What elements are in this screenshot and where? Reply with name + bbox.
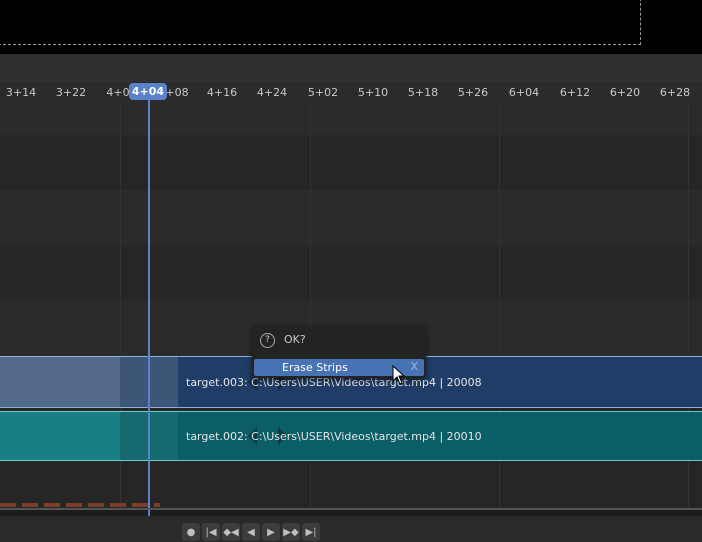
- timeline-divider: [0, 508, 702, 510]
- playhead-line[interactable]: [148, 100, 150, 516]
- ruler-tick: 6+28: [659, 86, 691, 99]
- transport-controls: ● |◀ ◆◀ ◀ ▶ ▶◆ ▶|: [182, 523, 320, 541]
- channel-row: [0, 103, 702, 135]
- strip-offset-region: [0, 412, 120, 460]
- record-icon[interactable]: ●: [182, 523, 200, 541]
- ruler-tick: 6+20: [609, 86, 641, 99]
- channel-row: [0, 245, 702, 300]
- menu-item-label: Erase Strips: [282, 361, 348, 374]
- ruler-tick: 4+24: [256, 86, 288, 99]
- menu-item-shortcut: X: [410, 360, 418, 373]
- ruler-tick: 3+22: [55, 86, 87, 99]
- preview-area[interactable]: [0, 0, 702, 54]
- ruler-tick: 6+04: [508, 86, 540, 99]
- ruler-tick: 3+14: [5, 86, 37, 99]
- ruler-tick: 6+12: [559, 86, 591, 99]
- prev-keyframe-icon[interactable]: ◆◀: [222, 523, 240, 541]
- next-keyframe-icon[interactable]: ▶◆: [282, 523, 300, 541]
- timeline-ruler[interactable]: 3+14 3+22 4+0 +08 4+16 4+24 5+02 5+10 5+…: [0, 82, 702, 103]
- movie-strip-target-002[interactable]: target.002: C:\Users\USER\Videos\target.…: [0, 411, 702, 461]
- audio-waveform-marker: [0, 503, 160, 507]
- playback-bar: [0, 516, 702, 542]
- ruler-tick: 5+18: [407, 86, 439, 99]
- ruler-tick: 4+0: [106, 86, 130, 99]
- sequencer-header: [0, 54, 702, 82]
- strip-label: target.002: C:\Users\USER\Videos\target.…: [186, 429, 482, 443]
- ruler-tick: 5+10: [357, 86, 389, 99]
- strip-offset-region: [0, 357, 120, 407]
- play-reverse-icon[interactable]: ◀: [242, 523, 260, 541]
- popup-title: OK?: [284, 333, 306, 346]
- play-icon[interactable]: ▶: [262, 523, 280, 541]
- question-icon: ?: [260, 333, 275, 348]
- ruler-tick: +08: [165, 86, 189, 99]
- jump-start-icon[interactable]: |◀: [202, 523, 220, 541]
- channel-row: [0, 460, 702, 508]
- mouse-cursor-icon: [392, 365, 406, 385]
- channel-row: [0, 190, 702, 245]
- ruler-tick: 5+02: [307, 86, 339, 99]
- jump-end-icon[interactable]: ▶|: [302, 523, 320, 541]
- preview-frame-border: [0, 0, 641, 45]
- ruler-tick: 5+26: [457, 86, 489, 99]
- channel-row: [0, 135, 702, 190]
- ruler-tick: 4+16: [206, 86, 238, 99]
- playhead-frame-indicator[interactable]: 4+04: [129, 83, 167, 100]
